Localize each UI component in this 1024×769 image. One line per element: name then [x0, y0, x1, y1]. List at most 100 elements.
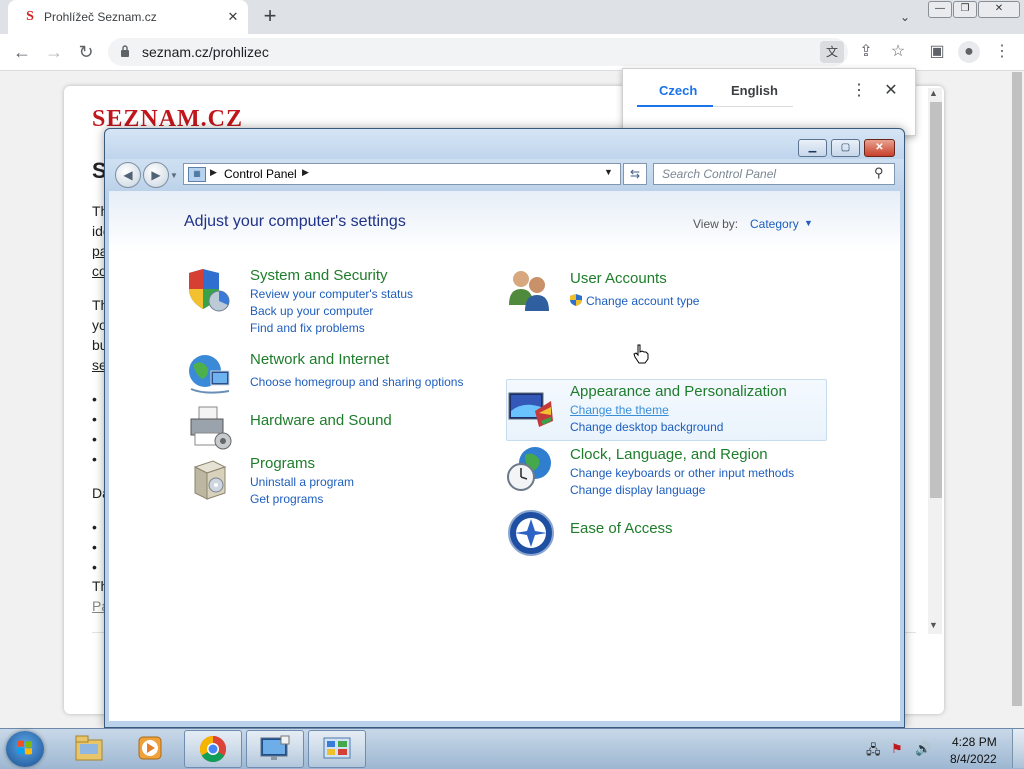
window-minimize-button[interactable]: ▁ — [798, 139, 827, 157]
tab-close-icon[interactable]: ✕ — [224, 8, 242, 26]
chrome-icon — [199, 735, 227, 763]
bullet: • — [92, 519, 97, 535]
taskbar-media-player[interactable] — [122, 730, 178, 766]
link-change-display-language[interactable]: Change display language — [570, 483, 705, 497]
breadcrumb-arrow-icon[interactable]: ▶ — [210, 167, 217, 178]
back-arrow-icon[interactable]: ← — [10, 40, 34, 64]
printer-icon[interactable] — [185, 403, 235, 453]
clock-time[interactable]: 4:28 PM — [952, 735, 997, 749]
clock-date[interactable]: 8/4/2022 — [950, 752, 997, 766]
reload-icon[interactable]: ↻ — [74, 40, 98, 64]
uac-shield-icon — [570, 294, 582, 306]
url-text[interactable]: seznam.cz/prohlizec — [142, 44, 269, 60]
network-tray-icon[interactable]: 🖧 — [866, 741, 881, 763]
translate-tab-divider — [713, 106, 793, 107]
browser-scrollbar-thumb[interactable] — [1012, 72, 1022, 706]
translate-popup: Czech English ⋮ ✕ — [622, 68, 916, 136]
side-panel-icon[interactable]: ▣ — [926, 41, 948, 63]
clock-globe-icon[interactable] — [505, 443, 555, 493]
seznam-favicon-icon: S — [26, 9, 34, 24]
recent-pages-dropdown-icon[interactable]: ▼ — [170, 171, 178, 180]
window-titlebar[interactable]: ▁ ▢ ✕ — [105, 129, 904, 159]
category-programs[interactable]: Programs — [250, 455, 315, 472]
bullet: • — [92, 559, 97, 575]
control-panel-small-icon: ▦ — [188, 167, 206, 182]
refresh-icon[interactable]: ⇆ — [623, 163, 647, 185]
network-globe-icon[interactable] — [185, 349, 235, 399]
search-icon[interactable]: ⚲ — [874, 165, 884, 181]
category-system-security[interactable]: System and Security — [250, 267, 388, 284]
translate-close-icon[interactable]: ✕ — [883, 81, 899, 101]
scroll-up-icon[interactable]: ▲ — [929, 88, 938, 98]
page-title: Adjust your computer's settings — [184, 213, 406, 230]
bullet: • — [92, 391, 97, 407]
volume-icon[interactable]: 🔊 — [915, 741, 931, 757]
link-change-account-type[interactable]: Change account type — [586, 294, 699, 308]
translate-icon[interactable]: 文 — [820, 41, 844, 63]
taskbar-control-panel[interactable] — [308, 730, 366, 768]
link-get-programs[interactable]: Get programs — [250, 492, 323, 506]
translate-tab-czech[interactable]: Czech — [659, 83, 697, 98]
taskbar-chrome[interactable] — [184, 730, 242, 768]
browser-restore-button[interactable]: ❐ — [953, 1, 977, 18]
forward-button[interactable]: ▶ — [143, 162, 169, 188]
link-back-up[interactable]: Back up your computer — [250, 304, 373, 318]
breadcrumb-control-panel[interactable]: Control Panel — [224, 167, 297, 181]
explorer-address-bar[interactable]: ▦ ▶ Control Panel ▶ ▼ — [183, 163, 621, 185]
address-dropdown-icon[interactable]: ▼ — [604, 167, 613, 177]
translate-tab-english[interactable]: English — [731, 83, 778, 98]
taskbar-explorer[interactable] — [62, 730, 118, 766]
action-center-flag-icon[interactable]: ⚑ — [891, 741, 903, 757]
bookmark-star-icon[interactable]: ☆ — [887, 41, 909, 63]
scroll-down-icon[interactable]: ▼ — [929, 620, 938, 630]
category-ease-of-access[interactable]: Ease of Access — [570, 520, 673, 537]
start-button[interactable] — [6, 731, 44, 767]
bullet: • — [92, 451, 97, 467]
window-maximize-button[interactable]: ▢ — [831, 139, 860, 157]
category-clock-language-region[interactable]: Clock, Language, and Region — [570, 446, 768, 463]
window-close-button[interactable]: ✕ — [864, 139, 895, 157]
menu-kebab-icon[interactable]: ⋮ — [991, 41, 1013, 63]
page-scrollbar-thumb[interactable] — [930, 102, 942, 498]
tab-title: Prohlížeč Seznam.cz — [44, 10, 157, 24]
link-change-theme[interactable]: Change the theme — [570, 403, 669, 417]
category-network-internet[interactable]: Network and Internet — [250, 351, 389, 368]
control-panel-window: ▁ ▢ ✕ ◀ ▶ ▼ ▦ ▶ Control Panel ▶ ▼ ⇆ Sear… — [104, 128, 905, 728]
monitor-palette-icon[interactable] — [505, 387, 555, 437]
category-user-accounts[interactable]: User Accounts — [570, 270, 667, 287]
ease-of-access-icon[interactable] — [507, 509, 557, 559]
link-homegroup[interactable]: Choose homegroup and sharing options — [250, 375, 463, 389]
tab-search-chevron-icon[interactable]: ⌄ — [896, 8, 914, 26]
forward-arrow-icon[interactable]: → — [42, 40, 66, 64]
shield-icon[interactable] — [185, 265, 235, 315]
media-player-icon — [138, 736, 162, 760]
link-change-keyboards[interactable]: Change keyboards or other input methods — [570, 466, 794, 480]
link-review-status[interactable]: Review your computer's status — [250, 287, 413, 301]
browser-tab[interactable]: S Prohlížeč Seznam.cz ✕ — [8, 0, 248, 34]
link-uninstall[interactable]: Uninstall a program — [250, 475, 354, 489]
browser-close-button[interactable]: ✕ — [978, 1, 1020, 18]
chevron-down-icon[interactable]: ▼ — [804, 218, 813, 228]
show-desktop-button[interactable] — [1012, 729, 1024, 768]
search-control-panel-input[interactable]: Search Control Panel ⚲ — [653, 163, 895, 185]
view-by-dropdown[interactable]: Category — [750, 217, 799, 231]
new-tab-button[interactable]: + — [258, 5, 282, 29]
bullet: • — [92, 539, 97, 555]
back-button[interactable]: ◀ — [115, 162, 141, 188]
window-bottom-frame — [109, 721, 900, 727]
windows-logo-icon — [18, 740, 32, 755]
taskbar-remote-desktop[interactable] — [246, 730, 304, 768]
bullet: • — [92, 411, 97, 427]
users-icon[interactable] — [505, 265, 555, 315]
breadcrumb-arrow-icon[interactable]: ▶ — [302, 167, 309, 178]
browser-minimize-button[interactable]: — — [928, 1, 952, 18]
profile-avatar-icon[interactable]: ● — [958, 41, 980, 63]
category-hardware-sound[interactable]: Hardware and Sound — [250, 412, 392, 429]
lock-icon — [121, 45, 129, 57]
category-appearance-personalization[interactable]: Appearance and Personalization — [570, 383, 787, 400]
link-change-desktop-background[interactable]: Change desktop background — [570, 420, 723, 434]
programs-box-icon[interactable] — [185, 455, 235, 505]
share-icon[interactable]: ⇪ — [855, 41, 877, 63]
link-find-fix[interactable]: Find and fix problems — [250, 321, 365, 335]
translate-more-icon[interactable]: ⋮ — [851, 81, 867, 101]
